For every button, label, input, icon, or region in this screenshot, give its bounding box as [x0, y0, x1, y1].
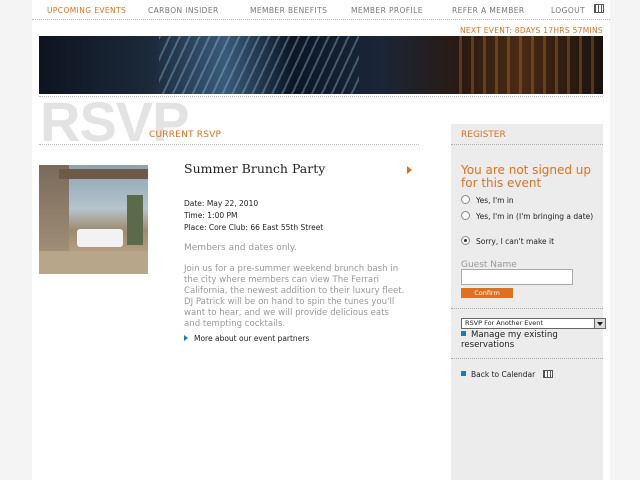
bullet-arrow-icon — [184, 335, 188, 341]
calendar-icon[interactable] — [543, 370, 554, 378]
nav-upcoming-events[interactable]: UPCOMING EVENTS — [47, 6, 126, 15]
radio-button[interactable] — [461, 195, 470, 204]
bullet-square-icon — [461, 331, 466, 336]
confirm-button[interactable]: Confirm — [461, 288, 513, 298]
event-place: Place: Core Club: 66 East 55th Street — [184, 223, 324, 232]
event-photo — [39, 165, 148, 274]
radio-button[interactable] — [461, 211, 470, 220]
event-title: Summer Brunch Party — [184, 161, 326, 176]
calendar-icon[interactable] — [594, 4, 604, 13]
nav-member-benefits[interactable]: MEMBER BENEFITS — [250, 6, 327, 15]
signup-status: You are not signed up for this event — [461, 163, 592, 190]
current-rsvp-label: CURRENT RSVP — [149, 130, 222, 140]
rsvp-option-yes-with-date[interactable]: Yes, I'm in (I'm bringing a date) — [461, 211, 603, 223]
divider — [39, 144, 419, 145]
divider — [451, 308, 603, 309]
rsvp-another-event-select[interactable]: RSVP For Another Event — [461, 318, 606, 329]
back-to-calendar-link[interactable]: Back to Calendar — [461, 370, 554, 379]
nav-refer-a-member[interactable]: REFER A MEMBER — [452, 6, 525, 15]
divider — [451, 144, 603, 145]
nav-member-profile[interactable]: MEMBER PROFILE — [351, 6, 423, 15]
event-partners-link[interactable]: More about our event partners — [184, 334, 309, 343]
manage-reservations-link[interactable]: Manage my existing reservations — [461, 330, 601, 350]
event-description: Join us for a pre-summer weekend brunch … — [184, 264, 405, 329]
chevron-down-icon[interactable] — [594, 319, 605, 328]
radio-button-selected[interactable] — [461, 236, 470, 245]
bullet-square-icon — [461, 371, 466, 376]
page: UPCOMING EVENTS CARBON INSIDER MEMBER BE… — [32, 0, 610, 480]
guest-name-input[interactable] — [461, 269, 573, 285]
next-event-countdown: NEXT EVENT: 8DAYS 17HRS 57MINS — [459, 26, 603, 35]
header-banner-image — [39, 36, 603, 94]
members-only-note: Members and dates only. — [184, 243, 297, 253]
rsvp-heading: RSVP — [40, 90, 189, 153]
event-details: Date: May 22, 2010 Time: 1:00 PM Place: … — [184, 198, 323, 234]
event-date: Date: May 22, 2010 — [184, 199, 259, 208]
nav-logout[interactable]: LOGOUT — [551, 6, 585, 15]
register-heading: REGISTER — [461, 130, 506, 140]
register-sidebar: REGISTER You are not signed up for this … — [451, 124, 606, 480]
nav-carbon-insider[interactable]: CARBON INSIDER — [148, 6, 219, 15]
event-time: Time: 1:00 PM — [184, 211, 238, 220]
top-nav: UPCOMING EVENTS CARBON INSIDER MEMBER BE… — [32, 0, 610, 20]
arrow-right-icon[interactable] — [407, 166, 412, 174]
rsvp-option-no[interactable]: Sorry, I can't make it — [461, 236, 603, 248]
rsvp-option-yes[interactable]: Yes, I'm in — [461, 195, 603, 207]
divider — [451, 358, 603, 359]
